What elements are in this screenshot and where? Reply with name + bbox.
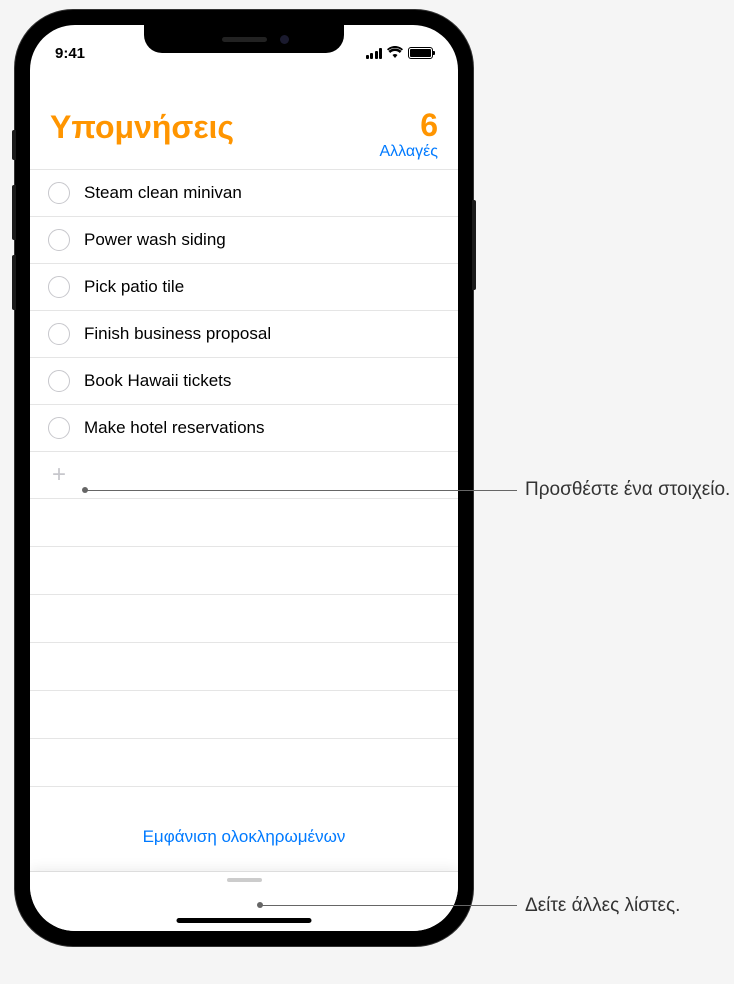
callout-dot bbox=[257, 902, 263, 908]
status-indicators bbox=[366, 45, 434, 62]
empty-row bbox=[30, 643, 458, 691]
callout-line bbox=[260, 905, 517, 906]
show-completed-button[interactable]: Εμφάνιση ολοκληρωμένων bbox=[30, 813, 458, 861]
empty-row bbox=[30, 691, 458, 739]
reminder-item[interactable]: Power wash siding bbox=[30, 217, 458, 264]
drawer-handle[interactable] bbox=[227, 878, 262, 882]
volume-up-button bbox=[12, 185, 16, 240]
empty-row bbox=[30, 739, 458, 787]
empty-row bbox=[30, 499, 458, 547]
reminder-count: 6 bbox=[379, 109, 438, 141]
mute-switch bbox=[12, 130, 16, 160]
complete-toggle[interactable] bbox=[48, 276, 70, 298]
complete-toggle[interactable] bbox=[48, 370, 70, 392]
reminder-text[interactable]: Book Hawaii tickets bbox=[84, 371, 231, 391]
screen: 9:41 Υπομνήσεις 6 Αλλαγές bbox=[30, 25, 458, 931]
app-content: Υπομνήσεις 6 Αλλαγές Steam clean minivan… bbox=[30, 69, 458, 931]
status-time: 9:41 bbox=[55, 45, 115, 62]
reminder-text[interactable]: Steam clean minivan bbox=[84, 183, 242, 203]
reminder-item[interactable]: Pick patio tile bbox=[30, 264, 458, 311]
speaker bbox=[222, 37, 267, 42]
home-indicator[interactable] bbox=[177, 918, 312, 923]
callout-line bbox=[85, 490, 517, 491]
reminder-text[interactable]: Power wash siding bbox=[84, 230, 226, 250]
empty-row bbox=[30, 547, 458, 595]
add-reminder-button[interactable]: + bbox=[30, 452, 458, 499]
list-title: Υπομνήσεις bbox=[50, 109, 234, 146]
callout-dot bbox=[82, 487, 88, 493]
reminder-text[interactable]: Finish business proposal bbox=[84, 324, 271, 344]
notch bbox=[144, 25, 344, 53]
wifi-icon bbox=[387, 45, 403, 62]
front-camera bbox=[280, 35, 289, 44]
plus-icon: + bbox=[48, 464, 70, 486]
header: Υπομνήσεις 6 Αλλαγές bbox=[30, 69, 458, 169]
volume-down-button bbox=[12, 255, 16, 310]
empty-row bbox=[30, 595, 458, 643]
reminder-item[interactable]: Finish business proposal bbox=[30, 311, 458, 358]
cellular-signal-icon bbox=[366, 48, 383, 59]
callout-add-item: Προσθέστε ένα στοιχείο. bbox=[525, 477, 730, 503]
power-button bbox=[472, 200, 476, 290]
complete-toggle[interactable] bbox=[48, 417, 70, 439]
reminder-item[interactable]: Book Hawaii tickets bbox=[30, 358, 458, 405]
complete-toggle[interactable] bbox=[48, 323, 70, 345]
complete-toggle[interactable] bbox=[48, 229, 70, 251]
complete-toggle[interactable] bbox=[48, 182, 70, 204]
edit-button[interactable]: Αλλαγές bbox=[379, 143, 438, 161]
reminder-item[interactable]: Make hotel reservations bbox=[30, 405, 458, 452]
callout-see-lists: Δείτε άλλες λίστες. bbox=[525, 893, 680, 919]
reminder-text[interactable]: Make hotel reservations bbox=[84, 418, 264, 438]
reminder-text[interactable]: Pick patio tile bbox=[84, 277, 184, 297]
battery-icon bbox=[408, 47, 433, 59]
reminder-item[interactable]: Steam clean minivan bbox=[30, 170, 458, 217]
phone-frame: 9:41 Υπομνήσεις 6 Αλλαγές bbox=[15, 10, 473, 946]
reminders-list: Steam clean minivan Power wash siding Pi… bbox=[30, 169, 458, 787]
